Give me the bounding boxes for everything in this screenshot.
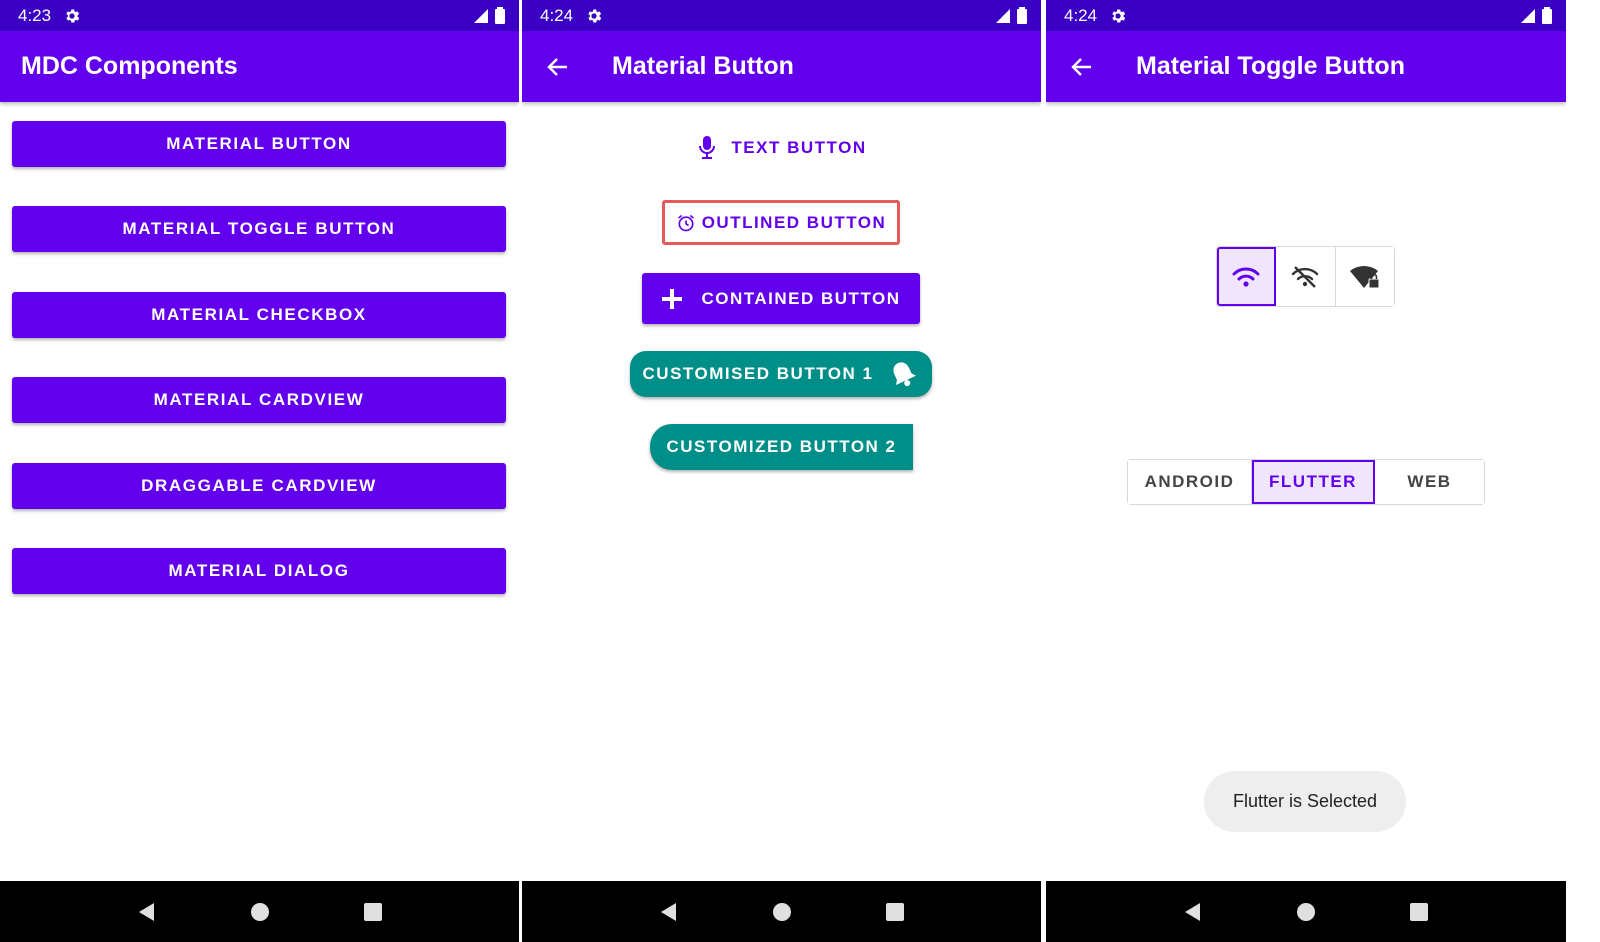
material-checkbox-menu-button[interactable]: MATERIAL CHECKBOX: [12, 292, 506, 338]
gear-icon: [63, 7, 81, 25]
draggable-cardview-menu-button[interactable]: DRAGGABLE CARDVIEW: [12, 463, 506, 509]
status-indicators: [995, 7, 1027, 24]
page-title: MDC Components: [21, 52, 238, 80]
screen-mdc-components: 4:23 MDC Components MATERIAL BUTTON MATE…: [0, 0, 519, 942]
recents-nav-icon[interactable]: [1404, 897, 1434, 927]
wifi-toggle[interactable]: [1217, 247, 1277, 306]
status-time: 4:24: [1064, 5, 1098, 25]
gear-icon: [585, 7, 603, 25]
android-toggle[interactable]: ANDROID: [1128, 460, 1252, 504]
outlined-button-label: OUTLINED BUTTON: [701, 212, 887, 232]
web-toggle[interactable]: WEB: [1375, 460, 1484, 504]
signal-icon: [996, 8, 1010, 23]
customized-button-2-label: CUSTOMIZED BUTTON 2: [666, 437, 897, 456]
status-time: 4:23: [18, 5, 52, 25]
material-button-menu-button[interactable]: MATERIAL BUTTON: [12, 121, 506, 167]
plus-icon: [661, 288, 683, 310]
back-nav-icon[interactable]: [654, 897, 684, 927]
signal-icon: [474, 8, 488, 23]
wifi-off-toggle[interactable]: [1276, 247, 1336, 306]
status-time: 4:24: [540, 5, 574, 25]
icon-toggle-group: [1216, 246, 1395, 307]
navigation-bar: [522, 881, 1041, 942]
app-bar: MDC Components: [0, 31, 519, 102]
home-nav-icon[interactable]: [245, 897, 275, 927]
text-button-label: TEXT BUTTON: [731, 138, 867, 157]
status-bar: 4:23: [0, 0, 519, 31]
screen-material-toggle-button: 4:24 Material Toggle Button ANDROID FLUT…: [1046, 0, 1566, 942]
status-indicators: [1520, 7, 1552, 24]
material-dialog-menu-button[interactable]: MATERIAL DIALOG: [12, 548, 506, 594]
page-title: Material Button: [612, 52, 794, 80]
battery-icon: [1017, 7, 1027, 24]
wifi-icon: [1232, 267, 1260, 287]
gear-icon: [1109, 7, 1127, 25]
back-nav-icon[interactable]: [1178, 897, 1208, 927]
recents-nav-icon[interactable]: [880, 897, 910, 927]
home-nav-icon[interactable]: [767, 897, 797, 927]
contained-button[interactable]: CONTAINED BUTTON: [642, 273, 920, 324]
bell-icon: [887, 359, 919, 389]
navigation-bar: [1046, 881, 1566, 942]
flutter-toggle[interactable]: FLUTTER: [1252, 460, 1375, 504]
outlined-button[interactable]: OUTLINED BUTTON: [662, 200, 900, 245]
app-bar: Material Toggle Button: [1046, 31, 1566, 102]
wifi-lock-icon: [1349, 265, 1380, 288]
contained-button-label: CONTAINED BUTTON: [701, 288, 901, 308]
screen-material-button: 4:24 Material Button TEXT BUTTON OUTLINE…: [522, 0, 1041, 942]
customised-button-1[interactable]: CUSTOMISED BUTTON 1: [630, 351, 932, 397]
mic-icon: [697, 135, 717, 161]
battery-icon: [495, 7, 505, 24]
navigation-bar: [0, 881, 519, 942]
material-cardview-menu-button[interactable]: MATERIAL CARDVIEW: [12, 377, 506, 423]
wifi-lock-toggle[interactable]: [1335, 247, 1394, 306]
app-bar: Material Button: [522, 31, 1041, 102]
back-nav-icon[interactable]: [132, 897, 162, 927]
signal-icon: [1521, 8, 1535, 23]
home-nav-icon[interactable]: [1291, 897, 1321, 927]
status-bar: 4:24: [522, 0, 1041, 31]
toast-message: Flutter is Selected: [1204, 771, 1406, 832]
status-bar: 4:24: [1046, 0, 1566, 31]
back-arrow-icon[interactable]: [1068, 53, 1096, 81]
recents-nav-icon[interactable]: [358, 897, 388, 927]
wifi-off-icon: [1292, 265, 1319, 288]
status-indicators: [473, 7, 505, 24]
alarm-icon: [676, 213, 696, 233]
customised-button-1-label: CUSTOMISED BUTTON 1: [642, 364, 874, 383]
customized-button-2[interactable]: CUSTOMIZED BUTTON 2: [650, 424, 913, 470]
text-button[interactable]: TEXT BUTTON: [697, 128, 867, 168]
battery-icon: [1542, 7, 1552, 24]
back-arrow-icon[interactable]: [544, 53, 572, 81]
page-title: Material Toggle Button: [1136, 52, 1405, 80]
text-toggle-group: ANDROID FLUTTER WEB: [1127, 459, 1485, 505]
material-toggle-button-menu-button[interactable]: MATERIAL TOGGLE BUTTON: [12, 206, 506, 252]
